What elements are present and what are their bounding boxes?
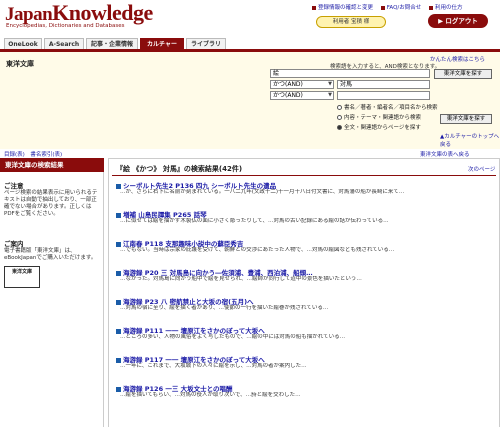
- radio-title-author-label: 書名／著者・編者名／項目名から検索: [344, 105, 438, 111]
- operator-select-2[interactable]: かつ(AND): [270, 80, 334, 89]
- sidebar-notice-heading: ご注意: [4, 182, 24, 190]
- top-link-howto[interactable]: 利用の仕方: [429, 5, 463, 11]
- sidebar-notice-text: ページ検索の結果表示に用いられるテキストは自動で抽出しており、一部正確でない場合…: [4, 190, 98, 217]
- logo-text-japan: Japan: [5, 4, 53, 25]
- sidebar-header: 東洋文庫の検索結果: [0, 158, 104, 172]
- sidebar-guide-text: 電子書籍版「東洋文庫」は、eBookJapanでご購入いただけます。: [4, 248, 97, 261]
- keyword-field-3[interactable]: [337, 91, 430, 100]
- logout-button[interactable]: ▶ ログアウト: [428, 14, 488, 28]
- square-bullet-icon: [429, 5, 434, 10]
- book-icon: [116, 386, 121, 392]
- logo-subtitle: Encyclopedias, Dictionaries and Database…: [6, 23, 125, 29]
- top-link-account-label: 登録情報の確認と変更: [318, 5, 374, 11]
- book-icon: [116, 328, 121, 334]
- top-links: 登録情報の確認と変更 FAQ/お問合せ 利用の仕方: [312, 3, 469, 11]
- result-snippet: …ところの多い、人物の風俗をよく写したもので、…絵の中には対馬の船も描かれている…: [120, 334, 346, 340]
- top-link-faq[interactable]: FAQ/お問合せ: [380, 5, 422, 11]
- radio-selected-icon: [337, 125, 342, 130]
- square-bullet-icon: [380, 5, 385, 10]
- radio-fulltext-label: 全文・関連語からページを探す: [344, 125, 421, 131]
- book-icon: [116, 212, 121, 218]
- radio-icon: [337, 115, 342, 120]
- next-page-link[interactable]: 次のページ: [468, 165, 495, 173]
- back-to-table-link[interactable]: 東洋文庫の表へ戻る: [420, 150, 470, 158]
- book-icon: [116, 183, 121, 189]
- radio-content-theme[interactable]: 内容・テーマ・関連語から検索: [337, 113, 421, 121]
- book-icon: [116, 357, 121, 363]
- culture-top-link-label: カルチャーのトップへ戻る: [440, 134, 500, 148]
- breadcrumb: 目録(表) 書名索引(表): [4, 150, 62, 158]
- book-icon: [116, 270, 121, 276]
- book-icon: [116, 241, 121, 247]
- result-snippet: …でもない。当時は宗家の庇護を受けて、朝鮮との交渉にあたった人物で、…対馬の絵図…: [120, 247, 395, 253]
- radio-content-theme-label: 内容・テーマ・関連語から検索: [344, 115, 422, 121]
- results-title: 『絵 《かつ》 対馬』の検索結果(42件): [116, 165, 243, 173]
- square-bullet-icon: [312, 5, 316, 10]
- result-snippet: …絵を描いてもらい、…対馬の役人が取り次いで、…詩と絵を交わした…: [120, 392, 301, 398]
- result-snippet: …が、さらに右下に名前が刻まれている。一八二九年(文政十二)十一月十八日付文書に…: [120, 189, 405, 195]
- results-divider: [112, 175, 496, 176]
- result-snippet: …対馬の宿に至り、絵を描く者があり、…使節の一行を描いた絵巻が残されている…: [120, 305, 329, 311]
- result-snippet: …なかった。対馬島に向かう船中で絵を見せられ、…絵師が同行して道中の景色を描いた…: [120, 276, 362, 282]
- result-snippet: …一年に、これまで、大坂城下の人々に絵を示し、…対馬の者が案内した…: [120, 363, 307, 369]
- radio-icon: [337, 105, 342, 110]
- keyword-field-1[interactable]: 絵: [270, 69, 430, 78]
- keyword-field-2[interactable]: 対馬: [337, 80, 430, 89]
- top-link-howto-label: 利用の仕方: [435, 5, 463, 11]
- logout-label: ログアウト: [445, 17, 478, 25]
- search-button[interactable]: 東洋文庫を探す: [434, 69, 492, 79]
- operator-select-3[interactable]: かつ(AND): [270, 91, 334, 100]
- site-logo[interactable]: JapanKnowledge: [5, 0, 153, 25]
- book-icon: [116, 299, 121, 305]
- search-button-2[interactable]: 東洋文庫を探す: [440, 114, 492, 124]
- logo-text-knowledge: Knowledge: [52, 0, 153, 25]
- sidebar-guide-heading: ご案内: [4, 240, 24, 248]
- radio-title-author[interactable]: 書名／著者・編者名／項目名から検索: [337, 103, 438, 111]
- culture-top-link[interactable]: ▲カルチャーのトップへ戻る: [440, 132, 500, 148]
- user-badge: 利用者 宝積 様: [316, 16, 386, 28]
- radio-fulltext[interactable]: 全文・関連語からページを探す: [337, 123, 421, 131]
- product-title: 東洋文庫: [6, 60, 34, 68]
- ebook-badge[interactable]: 東洋文庫: [4, 266, 40, 288]
- result-snippet: …に似せては絵を描かず木製仏の面に小さく彫ったりして、…対馬の古い記録にある絵の…: [120, 218, 389, 224]
- top-link-faq-label: FAQ/お問合せ: [386, 5, 422, 11]
- top-link-account[interactable]: 登録情報の確認と変更: [312, 5, 373, 11]
